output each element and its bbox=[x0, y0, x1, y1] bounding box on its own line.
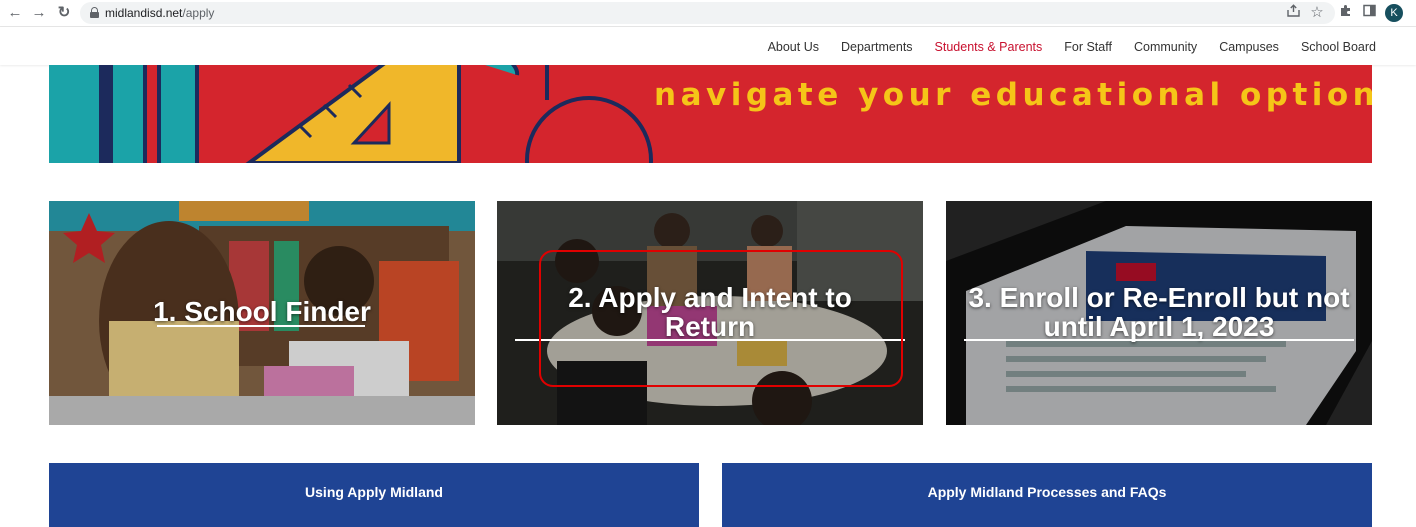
extensions-icon[interactable] bbox=[1336, 4, 1354, 22]
back-arrow-icon[interactable]: ← bbox=[6, 4, 24, 22]
card-title: 1. School Finder bbox=[153, 296, 371, 327]
url-text[interactable]: midlandisd.net/apply bbox=[105, 6, 214, 20]
nav-item-community[interactable]: Community bbox=[1134, 40, 1197, 54]
card-school-finder[interactable]: 1. School Finder bbox=[49, 201, 475, 425]
card-title-line1: 3. Enroll or Re-Enroll but not bbox=[968, 282, 1350, 313]
banner-tagline: navigate your educational options bbox=[654, 77, 1372, 113]
nav-item-for-staff[interactable]: For Staff bbox=[1064, 40, 1112, 54]
nav-item-campuses[interactable]: Campuses bbox=[1219, 40, 1279, 54]
site-navigation: About Us Departments Students & Parents … bbox=[0, 27, 1416, 65]
apply-midland-faqs-button[interactable]: Apply Midland Processes and FAQs bbox=[722, 463, 1372, 527]
sidepanel-icon[interactable] bbox=[1360, 4, 1378, 22]
profile-avatar[interactable]: K bbox=[1385, 4, 1403, 22]
title-underline bbox=[157, 325, 365, 327]
url-domain: midlandisd.net bbox=[105, 6, 183, 20]
lock-icon[interactable] bbox=[90, 7, 99, 18]
nav-item-departments[interactable]: Departments bbox=[841, 40, 913, 54]
url-path: /apply bbox=[182, 6, 215, 20]
card-enroll-re-enroll[interactable]: 3. Enroll or Re-Enroll but not until Apr… bbox=[946, 201, 1372, 425]
nav-item-students-parents[interactable]: Students & Parents bbox=[935, 40, 1043, 54]
star-icon[interactable]: ☆ bbox=[1308, 4, 1326, 22]
share-icon[interactable] bbox=[1284, 4, 1302, 22]
nav-item-school-board[interactable]: School Board bbox=[1301, 40, 1376, 54]
forward-arrow-icon[interactable]: → bbox=[30, 4, 48, 22]
browser-toolbar: ← → ↻ midlandisd.net/apply ☆ K bbox=[0, 0, 1416, 27]
nav-item-about-us[interactable]: About Us bbox=[768, 40, 819, 54]
address-bar[interactable]: midlandisd.net/apply bbox=[80, 2, 1335, 24]
highlight-annotation bbox=[539, 250, 903, 387]
hero-banner: navigate your educational options bbox=[49, 65, 1372, 163]
card-title-line2: until April 1, 2023 bbox=[1043, 311, 1275, 342]
title-underline bbox=[964, 339, 1354, 341]
using-apply-midland-button[interactable]: Using Apply Midland bbox=[49, 463, 699, 527]
reload-icon[interactable]: ↻ bbox=[55, 4, 73, 22]
